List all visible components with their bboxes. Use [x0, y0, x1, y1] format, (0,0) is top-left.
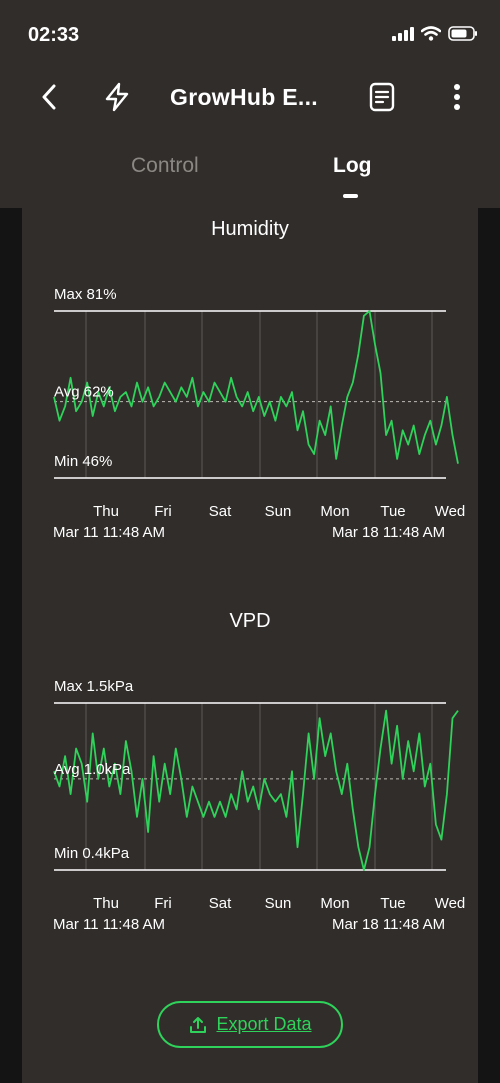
day-tick-label: Thu [93, 503, 119, 520]
lightning-icon [105, 82, 129, 112]
app-header: 02:33 GrowHub E... Control Log [0, 0, 500, 208]
tab-bar: Control Log [0, 154, 500, 204]
max-label: Max 81% [54, 286, 117, 303]
day-tick-label: Mon [320, 895, 349, 912]
max-label: Max 1.5kPa [54, 678, 134, 695]
page-title: GrowHub E... [170, 84, 318, 110]
min-label: Min 0.4kPa [54, 845, 130, 862]
status-time: 02:33 [28, 24, 80, 46]
day-tick-label: Wed [435, 503, 466, 520]
wifi-icon [421, 26, 441, 41]
signal-icon [392, 26, 414, 41]
avg-label: Avg 62% [54, 384, 114, 401]
day-tick-label: Sat [209, 503, 232, 520]
vpd-chart: Max 1.5kPa Avg 1.0kPa Min 0.4kPa Thu Fri Sat S… [53, 678, 466, 912]
document-icon [369, 82, 395, 112]
humidity-end-date: Mar 18 11:48 AM [332, 524, 446, 541]
vpd-end-date: Mar 18 11:48 AM [332, 916, 446, 933]
min-label: Min 46% [54, 453, 112, 470]
notes-button[interactable] [365, 80, 399, 114]
vpd-start-date: Mar 11 11:48 AM [53, 916, 166, 933]
day-tick-label: Tue [380, 503, 405, 520]
tab-control[interactable]: Control [131, 154, 199, 178]
tab-log[interactable]: Log [333, 154, 371, 178]
chevron-left-icon [42, 84, 56, 110]
upload-icon [190, 1016, 207, 1033]
humidity-chart: Max 81% Avg 62% Min 46% Thu Fri Sat Sun Mon Tue W… [53, 286, 466, 520]
export-data-button[interactable]: Export Data [157, 1001, 343, 1048]
nav-bar: GrowHub E... [0, 74, 500, 120]
lightning-button[interactable] [100, 80, 134, 114]
day-tick-label: Tue [380, 895, 405, 912]
vpd-chart-title: VPD [229, 610, 271, 632]
day-tick-label: Wed [435, 895, 466, 912]
day-tick-label: Sun [265, 895, 292, 912]
status-icons [392, 26, 478, 41]
series-line [53, 310, 459, 464]
more-options-button[interactable] [440, 80, 474, 114]
day-tick-label: Mon [320, 503, 349, 520]
day-tick-label: Thu [93, 895, 119, 912]
day-tick-label: Sun [265, 503, 292, 520]
active-tab-indicator [343, 194, 358, 198]
humidity-chart-title: Humidity [211, 218, 289, 240]
day-tick-label: Fri [154, 503, 172, 520]
day-tick-label: Fri [154, 895, 172, 912]
humidity-start-date: Mar 11 11:48 AM [53, 524, 166, 541]
back-button[interactable] [32, 80, 66, 114]
avg-label: Avg 1.0kPa [54, 761, 131, 778]
day-tick-label: Sat [209, 895, 232, 912]
battery-icon [448, 26, 477, 41]
more-vertical-icon [454, 84, 460, 110]
log-panel: Humidity Max 81% Avg 62% Min 46% Thu Fri Sat S… [22, 208, 478, 1083]
export-data-label: Export Data [216, 1014, 312, 1034]
